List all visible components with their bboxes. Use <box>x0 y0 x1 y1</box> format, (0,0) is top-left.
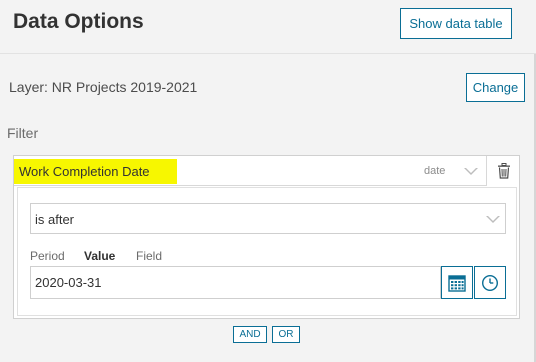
add-and-button[interactable]: AND <box>233 326 267 343</box>
field-name: Work Completion Date <box>19 164 150 179</box>
clock-icon <box>481 274 499 291</box>
operator-value: is after <box>35 212 75 227</box>
show-data-table-button[interactable]: Show data table <box>400 8 512 39</box>
layer-label: Layer: NR Projects 2019-2021 <box>9 79 198 95</box>
tab-period[interactable]: Period <box>30 249 65 263</box>
change-layer-button[interactable]: Change <box>466 73 525 102</box>
delete-filter-button[interactable] <box>488 156 520 186</box>
time-button[interactable] <box>474 266 506 299</box>
tab-value[interactable]: Value <box>84 249 115 263</box>
chevron-down-icon <box>464 168 478 175</box>
calendar-icon <box>448 274 466 292</box>
filter-expression-card: is after Period Value Field <box>17 187 517 316</box>
tab-field[interactable]: Field <box>136 249 162 263</box>
filter-section-label: Filter <box>7 125 39 141</box>
panel-title: Data Options <box>13 10 144 33</box>
add-or-button[interactable]: OR <box>272 326 300 343</box>
calendar-button[interactable] <box>441 266 473 299</box>
trash-icon <box>498 163 510 179</box>
field-select[interactable]: Work Completion Date date <box>14 156 487 186</box>
panel-header: Data Options Show data table <box>0 0 536 54</box>
field-type-label: date <box>424 165 446 177</box>
operator-select[interactable]: is after <box>30 203 506 234</box>
date-value-input[interactable] <box>30 266 441 299</box>
chevron-down-icon <box>486 216 500 223</box>
filter-card: Work Completion Date date is after Perio… <box>13 155 520 319</box>
